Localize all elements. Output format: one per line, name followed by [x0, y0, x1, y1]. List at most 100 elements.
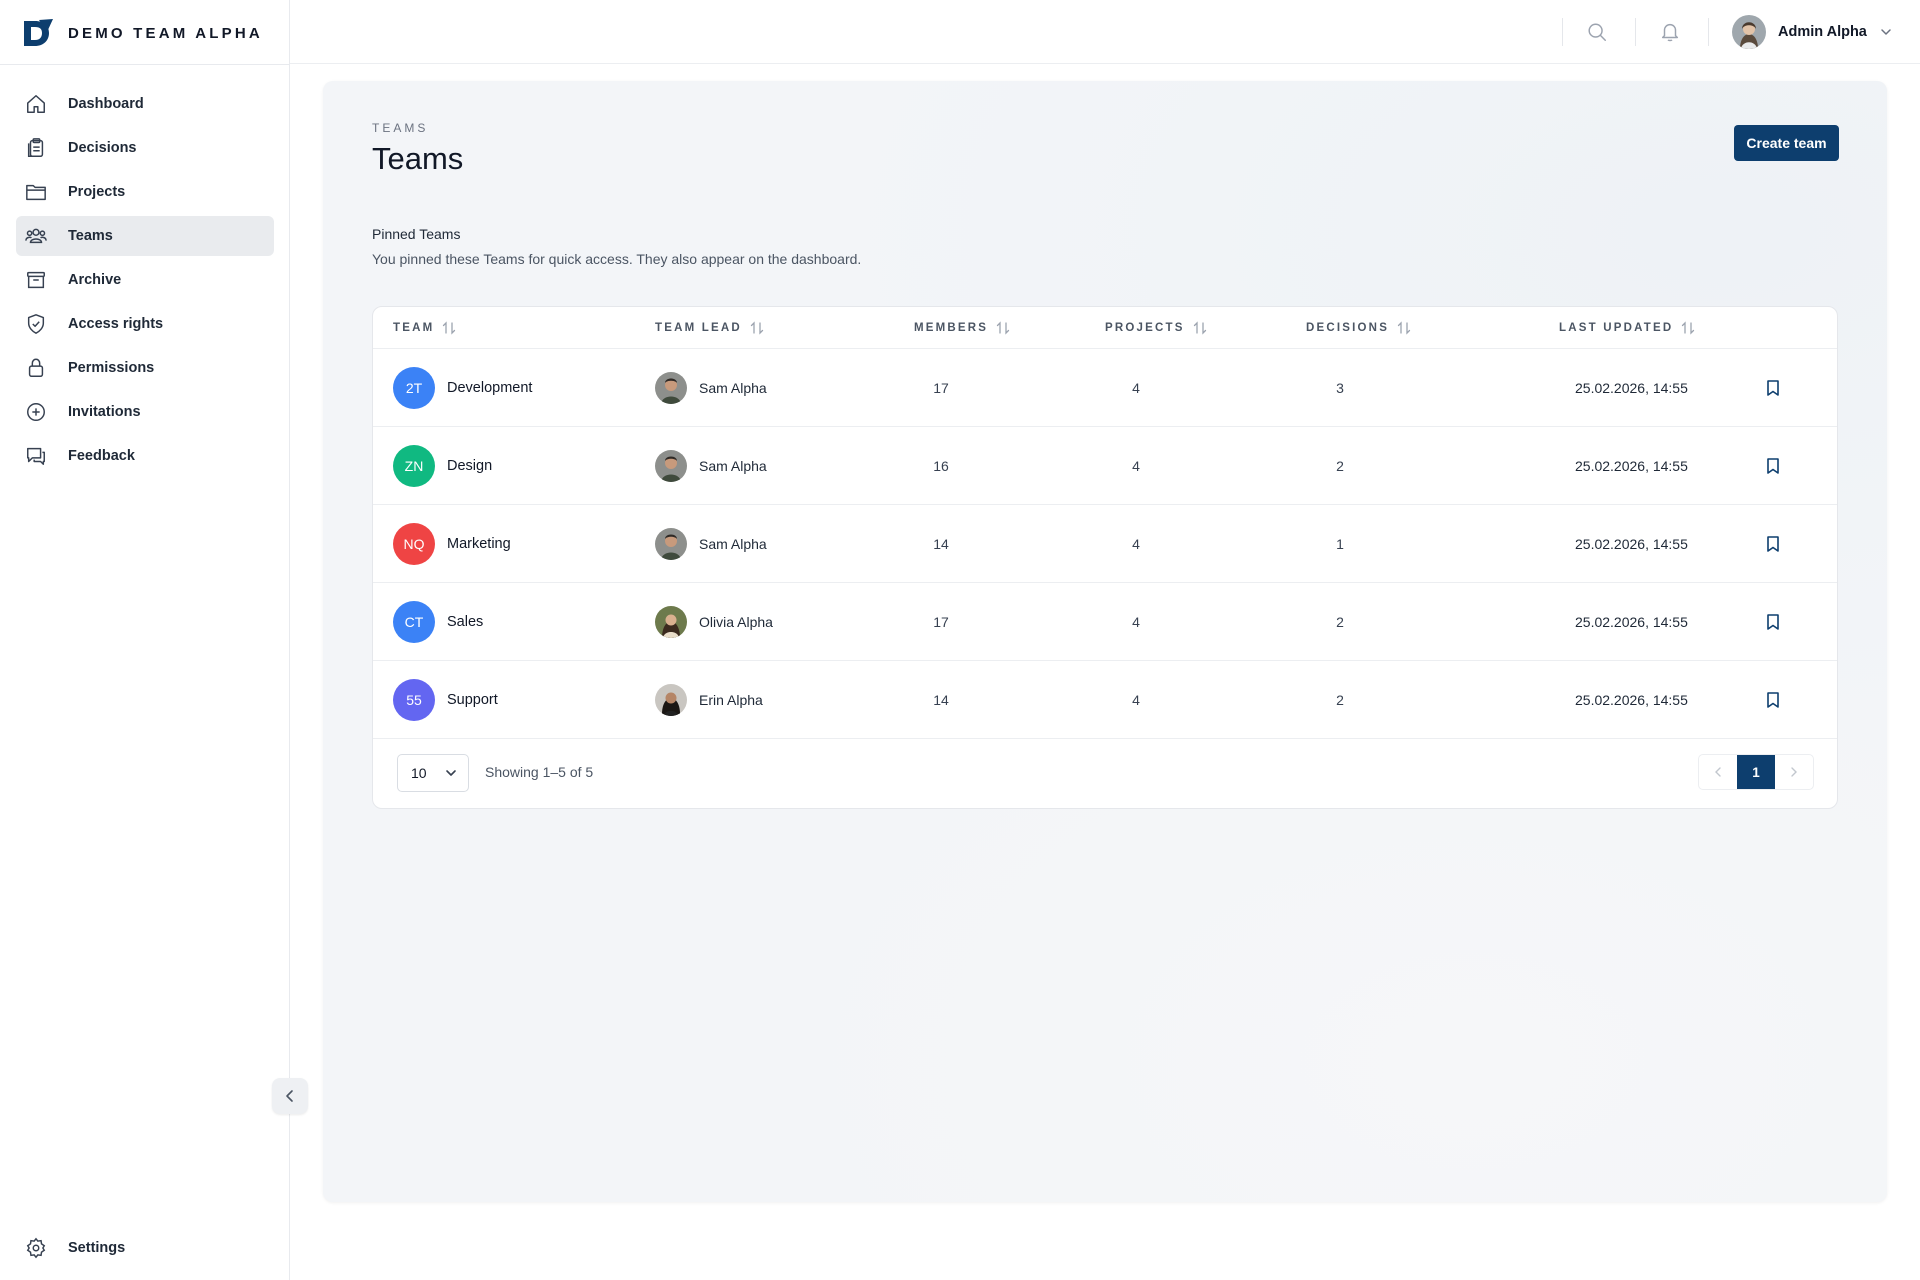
bookmark-icon	[1767, 613, 1779, 630]
column-header-last-updated[interactable]: LAST UPDATED	[1559, 307, 1695, 349]
chevron-right-icon	[1791, 767, 1797, 777]
pin-button[interactable]	[1761, 583, 1785, 660]
user-menu[interactable]: Admin Alpha	[1732, 14, 1893, 50]
main-content: TEAMS Teams Create team Pinned Teams You…	[323, 81, 1887, 1202]
column-header-team[interactable]: TEAM	[393, 307, 456, 349]
team-lead-name: Sam Alpha	[699, 379, 767, 396]
brand[interactable]: DEMO TEAM ALPHA	[22, 16, 263, 50]
folder-icon	[24, 180, 48, 204]
decisions-count: 3	[1336, 379, 1344, 396]
bookmark-icon	[1767, 535, 1779, 552]
pinned-teams-title: Pinned Teams	[372, 226, 461, 242]
members-count: 14	[933, 535, 949, 552]
column-header-projects[interactable]: PROJECTS	[1105, 307, 1207, 349]
shield-icon	[24, 312, 48, 336]
sort-icon	[1193, 321, 1206, 335]
team-badge: 55	[393, 678, 435, 721]
pin-button[interactable]	[1761, 427, 1785, 504]
projects-count: 4	[1132, 613, 1140, 630]
sort-icon	[443, 321, 456, 335]
sort-icon	[1397, 321, 1411, 335]
column-label: TEAM LEAD	[655, 322, 742, 334]
chevron-left-icon	[1715, 767, 1721, 777]
sidebar-item-permissions[interactable]: Permissions	[16, 348, 274, 388]
sort-icon	[997, 321, 1010, 335]
sidebar-item-label: Access rights	[68, 316, 164, 332]
last-updated: 25.02.2026, 14:55	[1575, 613, 1688, 630]
team-cell[interactable]: ZN Design	[393, 427, 492, 504]
sidebar-item-archive[interactable]: Archive	[16, 260, 274, 300]
next-page-button[interactable]	[1775, 755, 1813, 789]
bookmark-icon	[1767, 379, 1779, 396]
brand-logo	[24, 19, 53, 46]
archive-icon	[24, 268, 48, 292]
column-label: DECISIONS	[1306, 322, 1390, 334]
team-cell[interactable]: NQ Marketing	[393, 505, 511, 582]
table-row[interactable]: CT Sales Olivia Alpha 17 4 2 25.02.2026, 14:55	[373, 583, 1837, 661]
avatar	[655, 683, 687, 716]
home-icon	[24, 92, 48, 116]
decisions-count: 2	[1336, 691, 1344, 708]
chevron-down-icon	[446, 770, 456, 776]
sidebar-item-settings[interactable]: Settings	[24, 1236, 125, 1260]
last-updated: 25.02.2026, 14:55	[1575, 691, 1688, 708]
chevron-down-icon	[1881, 29, 1891, 35]
sidebar-item-feedback[interactable]: Feedback	[16, 436, 274, 476]
sidebar-item-invitations[interactable]: Invitations	[16, 392, 274, 432]
clipboard-icon	[24, 136, 48, 160]
sidebar-item-label: Feedback	[68, 448, 135, 464]
team-cell[interactable]: CT Sales	[393, 583, 483, 660]
table-row[interactable]: 2T Development Sam Alpha 17 4 3 25.02.2026, 14…	[373, 349, 1837, 427]
team-lead-cell: Sam Alpha	[655, 505, 767, 582]
table-footer: 10 Showing 1–5 of 5 1	[373, 737, 1837, 808]
projects-count: 4	[1132, 457, 1140, 474]
table-row[interactable]: NQ Marketing Sam Alpha 14 4 1 25.02.2026, 14:5…	[373, 505, 1837, 583]
table-header: TEAM TEAM LEAD MEMBERS PROJECTS DECISION…	[373, 307, 1837, 349]
top-bar: Admin Alpha	[290, 0, 1920, 64]
last-updated: 25.02.2026, 14:55	[1575, 379, 1688, 396]
team-cell[interactable]: 2T Development	[393, 349, 532, 426]
sidebar-item-teams[interactable]: Teams	[16, 216, 274, 256]
members-count: 17	[933, 379, 949, 396]
team-cell[interactable]: 55 Support	[393, 661, 498, 738]
sidebar-item-dashboard[interactable]: Dashboard	[16, 84, 274, 124]
create-team-button[interactable]: Create team	[1734, 125, 1839, 161]
notifications-button[interactable]	[1658, 20, 1682, 44]
sidebar-item-projects[interactable]: Projects	[16, 172, 274, 212]
collapse-sidebar-button[interactable]	[272, 1078, 308, 1114]
sidebar-item-access-rights[interactable]: Access rights	[16, 304, 274, 344]
projects-count: 4	[1132, 691, 1140, 708]
sidebar-item-decisions[interactable]: Decisions	[16, 128, 274, 168]
column-header-members[interactable]: MEMBERS	[914, 307, 1010, 349]
team-name: Development	[447, 379, 533, 396]
previous-page-button[interactable]	[1699, 755, 1737, 789]
pin-button[interactable]	[1761, 349, 1785, 426]
pin-button[interactable]	[1761, 661, 1785, 738]
team-name: Marketing	[447, 535, 511, 552]
column-header-decisions[interactable]: DECISIONS	[1306, 307, 1411, 349]
sidebar-item-label: Settings	[68, 1240, 126, 1256]
team-badge: 2T	[393, 366, 435, 409]
pin-button[interactable]	[1761, 505, 1785, 582]
column-header-team-lead[interactable]: TEAM LEAD	[655, 307, 764, 349]
team-lead-cell: Sam Alpha	[655, 349, 767, 426]
sort-icon	[1682, 321, 1695, 335]
avatar	[1732, 15, 1766, 49]
team-name: Sales	[447, 613, 484, 630]
sidebar-item-label: Projects	[68, 184, 126, 200]
divider	[1708, 18, 1709, 46]
search-button[interactable]	[1585, 20, 1609, 44]
sidebar-header-divider	[0, 64, 290, 65]
gear-icon	[24, 1236, 48, 1260]
decisions-count: 2	[1336, 613, 1344, 630]
table-row[interactable]: 55 Support Erin Alpha 14 4 2 25.02.2026, 14:55	[373, 661, 1837, 739]
team-lead-cell: Erin Alpha	[655, 661, 763, 738]
team-name: Support	[447, 691, 498, 708]
table-row[interactable]: ZN Design Sam Alpha 16 4 2 25.02.2026, 14:55	[373, 427, 1837, 505]
page-size-select[interactable]: 10	[397, 754, 469, 792]
members-count: 16	[933, 457, 949, 474]
page-button-current[interactable]: 1	[1737, 755, 1775, 789]
sidebar: DEMO TEAM ALPHA Dashboard Decisions Proj…	[0, 0, 308, 1280]
plus-circle-icon	[24, 400, 48, 424]
members-count: 17	[933, 613, 949, 630]
